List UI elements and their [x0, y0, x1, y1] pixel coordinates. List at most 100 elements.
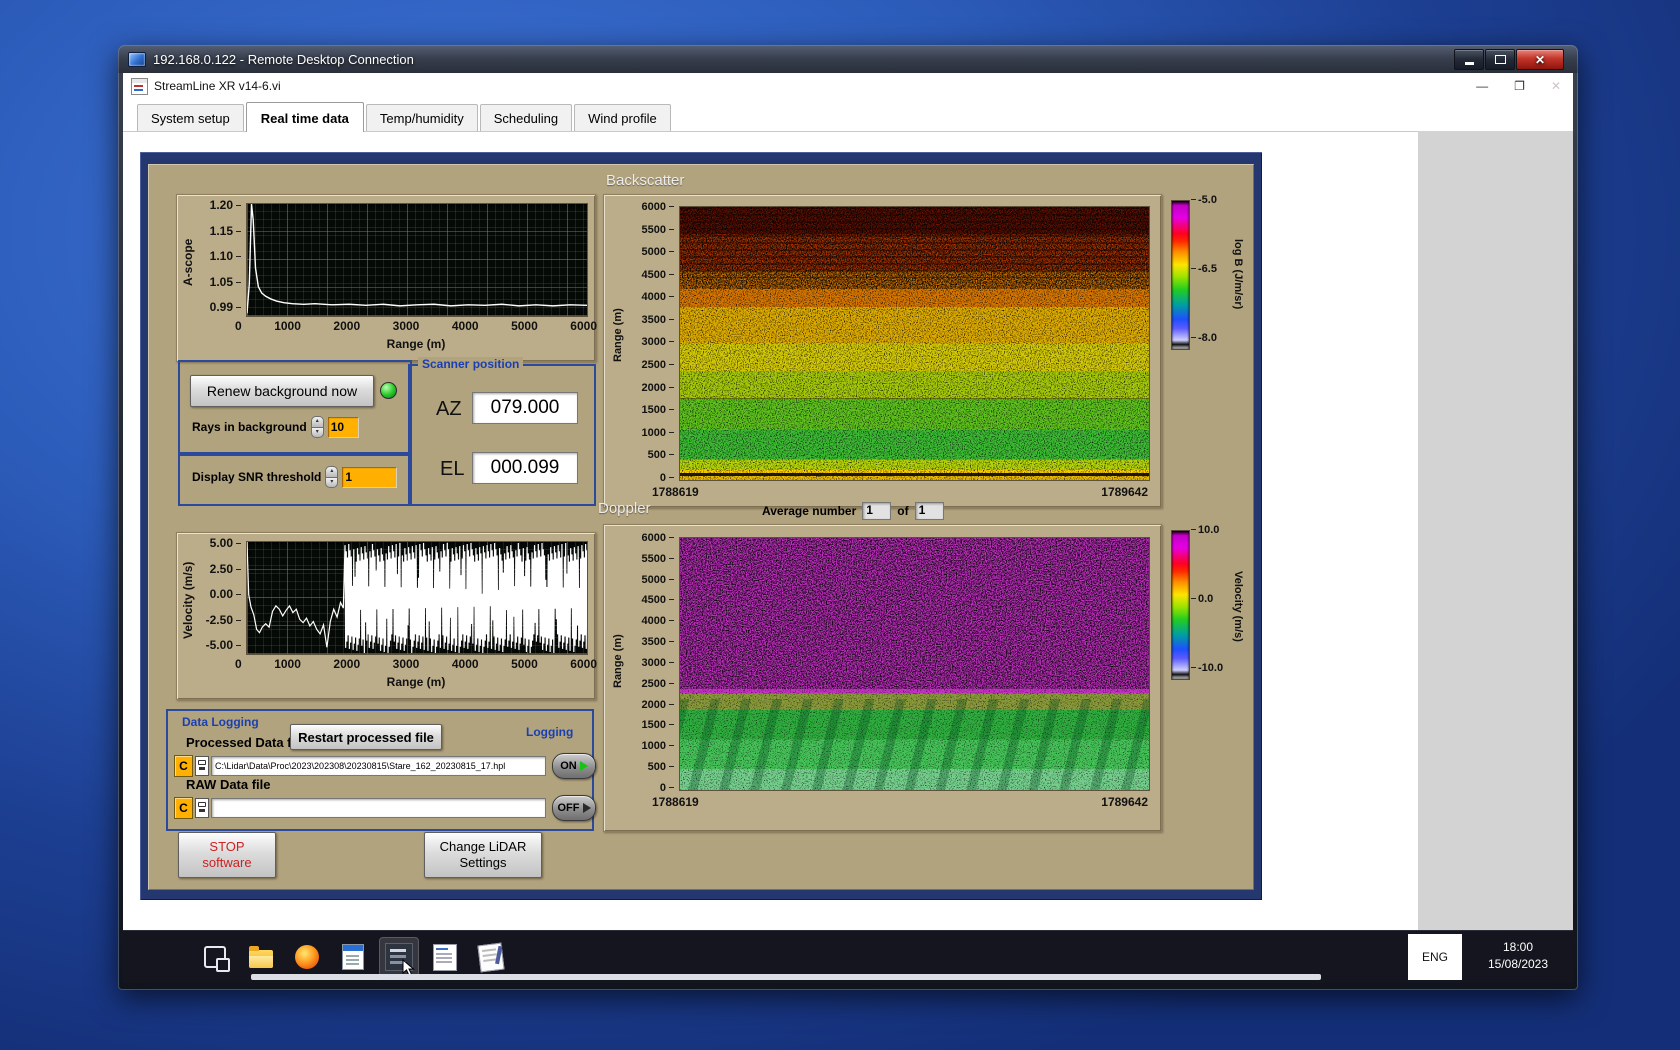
- drive-select[interactable]: C: [174, 755, 193, 777]
- taskbar-firefox-button[interactable]: [287, 937, 327, 977]
- backscatter-colorbar-label: log B (J/m/sr): [1232, 204, 1244, 344]
- a-scope-yticks: 1.201.151.101.050.99: [201, 198, 241, 314]
- doppler-ylabel: Range (m): [612, 601, 624, 721]
- clock-date: 15/08/2023: [1466, 956, 1570, 973]
- backscatter-panel: Range (m) 600055005000450040003500300025…: [603, 194, 1162, 508]
- front-panel: A-scope 1.201.151.101.050.99 01000200030…: [148, 164, 1254, 890]
- el-value-field[interactable]: 000.099: [472, 452, 578, 484]
- raw-logging-toggle[interactable]: OFF: [552, 795, 596, 821]
- rdc-minimize-button[interactable]: [1454, 49, 1484, 70]
- tab-scheduling[interactable]: Scheduling: [480, 104, 572, 131]
- vi-titlebar[interactable]: StreamLine XR v14-6.vi: [123, 73, 1573, 100]
- background-led: [380, 382, 397, 399]
- raw-path-field[interactable]: [211, 798, 546, 818]
- snr-group: Display SNR threshold ▴▾ 1: [178, 452, 412, 506]
- taskbar-clock[interactable]: 18:00 15/08/2023: [1466, 939, 1570, 974]
- rays-spinner[interactable]: ▴▾: [311, 416, 324, 438]
- axis-tick-label: 0: [235, 657, 242, 671]
- taskbar-task-view-button[interactable]: [195, 937, 235, 977]
- scanner-position-group: Scanner position AZ 079.000 EL 000.099: [408, 364, 596, 506]
- velocity-xlabel: Range (m): [246, 675, 586, 689]
- restart-processed-button[interactable]: Restart processed file: [290, 724, 442, 750]
- raw-file-label: RAW Data file: [186, 777, 271, 792]
- axis-tick-label: 5000: [511, 319, 538, 333]
- language-indicator[interactable]: ENG: [1408, 934, 1462, 980]
- rays-row: Rays in background ▴▾ 10: [192, 416, 358, 438]
- average-number-field[interactable]: 1: [862, 502, 891, 520]
- vi-close-button[interactable]: ✕: [1551, 79, 1561, 93]
- vi-restore-button[interactable]: ❐: [1514, 79, 1525, 93]
- tabstrip: System setup Real time data Temp/humidit…: [123, 99, 1573, 132]
- axis-tick-label: 6000: [570, 657, 597, 671]
- axis-tick-label: 4500: [642, 269, 674, 281]
- taskbar-scheduler-button[interactable]: [425, 937, 465, 977]
- vi-minimize-button[interactable]: —: [1476, 79, 1488, 93]
- snr-spinner[interactable]: ▴▾: [325, 466, 338, 488]
- a-scope-plot: [246, 203, 588, 317]
- velocity-trace: [247, 542, 587, 654]
- browse-file-icon[interactable]: [195, 798, 209, 818]
- folder-icon: [249, 950, 273, 968]
- stop-software-button[interactable]: STOP software: [178, 832, 276, 878]
- axis-tick-label: 4000: [642, 615, 674, 627]
- toggle-on-icon: [580, 761, 588, 771]
- remote-taskbar: ENG 18:00 15/08/2023: [123, 930, 1573, 983]
- axis-tick-label: -2.50: [206, 613, 241, 627]
- rays-label: Rays in background: [192, 420, 307, 434]
- renew-background-button[interactable]: Renew background now: [190, 375, 374, 407]
- snr-value-field[interactable]: 1: [342, 467, 396, 487]
- scanner-position-title: Scanner position: [418, 357, 523, 371]
- axis-tick-label: 3000: [642, 336, 674, 348]
- rdc-maximize-button[interactable]: [1485, 49, 1515, 70]
- axis-tick-label: 2000: [642, 382, 674, 394]
- front-panel-frame: A-scope 1.201.151.101.050.99 01000200030…: [140, 152, 1262, 900]
- tab-wind-profile[interactable]: Wind profile: [574, 104, 671, 131]
- spinner-up-icon[interactable]: ▴: [325, 466, 338, 478]
- az-value-field[interactable]: 079.000: [472, 392, 578, 424]
- tab-real-time-data[interactable]: Real time data: [246, 102, 364, 132]
- axis-tick-label: 3500: [642, 314, 674, 326]
- axis-tick-label: 2.50: [210, 562, 241, 576]
- doppler-noise-top: [680, 538, 1149, 689]
- axis-tick-label: 500: [648, 449, 674, 461]
- panel-outside-area: [1418, 131, 1573, 931]
- tab-system-setup[interactable]: System setup: [137, 104, 244, 131]
- spinner-down-icon[interactable]: ▾: [325, 478, 338, 489]
- a-scope-trace: [247, 204, 587, 316]
- change-button-line2: Settings: [460, 855, 507, 871]
- taskbar-file-explorer-button[interactable]: [241, 937, 281, 977]
- axis-tick-label: 1000: [274, 657, 301, 671]
- doppler-colorbar-label: Velocity (m/s): [1232, 536, 1244, 676]
- tab-temp-humidity[interactable]: Temp/humidity: [366, 104, 478, 131]
- axis-tick-label: 1500: [642, 404, 674, 416]
- journal-icon: [477, 942, 504, 972]
- colorbar-tick-label: -5.0: [1191, 194, 1217, 206]
- rays-value-field[interactable]: 10: [328, 417, 358, 437]
- axis-tick-label: 5000: [642, 246, 674, 258]
- rdc-title: 192.168.0.122 - Remote Desktop Connectio…: [153, 52, 414, 67]
- browse-file-icon[interactable]: [195, 756, 209, 776]
- axis-tick-label: 1.10: [210, 249, 241, 263]
- rdc-close-button[interactable]: ✕: [1516, 49, 1564, 70]
- axis-tick-label: -5.00: [206, 638, 241, 652]
- processed-logging-toggle[interactable]: ON: [552, 753, 596, 779]
- horizontal-scrollbar[interactable]: [251, 974, 1321, 980]
- firefox-icon: [295, 945, 319, 969]
- spinner-up-icon[interactable]: ▴: [311, 416, 324, 428]
- drive-select[interactable]: C: [174, 797, 193, 819]
- spinner-down-icon[interactable]: ▾: [311, 428, 324, 439]
- change-lidar-settings-button[interactable]: Change LiDAR Settings: [424, 832, 542, 878]
- taskbar-document-app-button[interactable]: [333, 937, 373, 977]
- velocity-graph-panel: Velocity (m/s) 5.002.500.00-2.50-5.00 01…: [176, 532, 596, 700]
- backscatter-noise-top: [680, 207, 1149, 289]
- a-scope-xlabel: Range (m): [246, 337, 586, 351]
- taskbar-journal-button[interactable]: [471, 937, 511, 977]
- rdc-titlebar[interactable]: 192.168.0.122 - Remote Desktop Connectio…: [118, 45, 1578, 73]
- axis-tick-label: 6000: [642, 201, 674, 213]
- processed-path-field[interactable]: C:\Lidar\Data\Proc\2023\202308\20230815\…: [211, 756, 546, 776]
- average-count-field[interactable]: 1: [915, 502, 944, 520]
- axis-tick-label: 4500: [642, 594, 674, 606]
- doppler-heatmap: [679, 537, 1150, 791]
- taskbar-active-app-button[interactable]: [379, 937, 419, 977]
- axis-tick-label: 0.00: [210, 587, 241, 601]
